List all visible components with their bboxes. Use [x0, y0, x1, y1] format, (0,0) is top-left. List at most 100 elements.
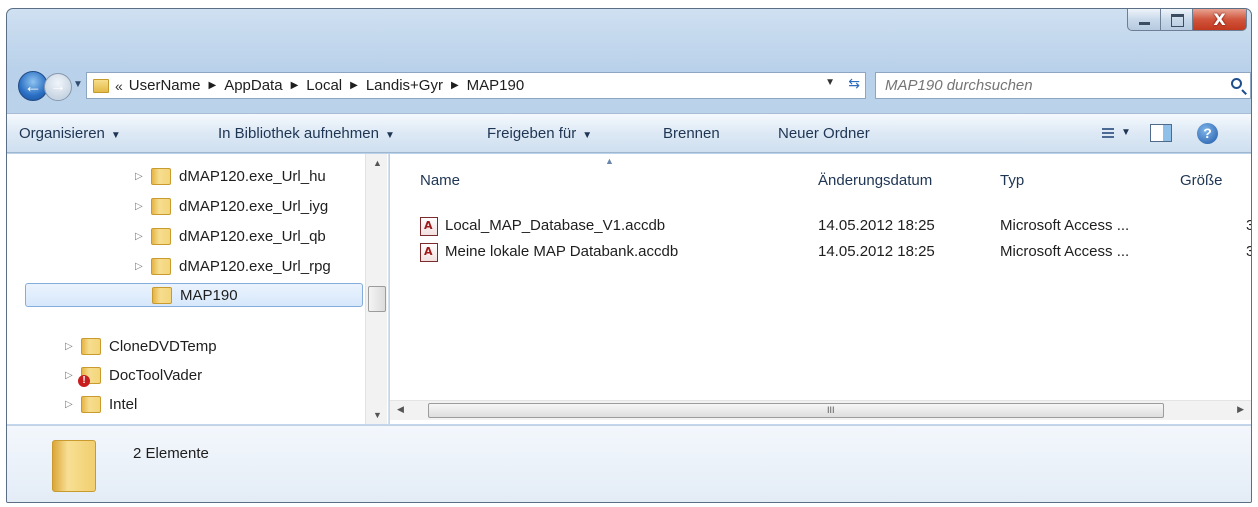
include-in-library-button[interactable]: In Bibliothek aufnehmen ▼: [218, 125, 395, 142]
burn-button[interactable]: Brennen: [663, 125, 720, 142]
item-count: 2 Elemente: [133, 445, 209, 462]
close-button[interactable]: X: [1193, 9, 1247, 31]
refresh-icon[interactable]: ⇆: [848, 75, 860, 92]
folder-icon: [81, 395, 101, 413]
caption-buttons: X: [1127, 9, 1247, 37]
organize-label: Organisieren: [19, 125, 105, 142]
tree-item-label: dMAP120.exe_Url_iyg: [179, 197, 329, 215]
tree-item-label: MAP190: [180, 286, 238, 304]
tree-item-label: DocToolVader: [109, 366, 203, 384]
column-name-label: Name: [420, 172, 461, 189]
file-list: Name ▲ Änderungsdatum Typ Größe Local_MA…: [390, 154, 1251, 424]
share-label: Freigeben für: [487, 125, 577, 142]
file-name: Local_MAP_Database_V1.accdb: [445, 217, 666, 234]
breadcrumb-landis-gyr[interactable]: Landis+Gyr: [366, 77, 443, 94]
scroll-left-icon[interactable]: ◀: [397, 404, 404, 415]
breadcrumb-separator-icon[interactable]: ▶: [451, 80, 459, 91]
address-overflow-chevron[interactable]: «: [115, 78, 123, 94]
breadcrumb-separator-icon[interactable]: ▶: [208, 80, 216, 91]
scroll-thumb[interactable]: [368, 286, 386, 312]
expand-arrow-icon[interactable]: ▷: [135, 171, 151, 182]
breadcrumb-separator-icon[interactable]: ▶: [350, 80, 358, 91]
search-box[interactable]: [875, 72, 1251, 99]
scroll-down-icon[interactable]: ▼: [373, 410, 382, 420]
tree-item[interactable]: ▷DocToolVader: [65, 363, 202, 387]
folder-icon: [52, 440, 96, 492]
breadcrumb-local[interactable]: Local: [306, 77, 342, 94]
breadcrumb-username[interactable]: UserName: [129, 77, 201, 94]
address-bar[interactable]: « UserName ▶ AppData ▶ Local ▶ Landis+Gy…: [86, 72, 866, 99]
tree-item[interactable]: ▷ Intel: [65, 392, 137, 416]
minimize-button[interactable]: [1127, 9, 1161, 31]
column-header-name[interactable]: Name: [420, 172, 460, 189]
help-icon[interactable]: ?: [1197, 123, 1218, 144]
tree-item-selected[interactable]: MAP190: [25, 283, 363, 307]
library-label: In Bibliothek aufnehmen: [218, 125, 379, 142]
chevron-down-icon: ▼: [384, 130, 395, 141]
share-with-button[interactable]: Freigeben für ▼: [487, 125, 592, 142]
explorer-window: X ← → ▼ « UserName ▶ AppData ▶ Local ▶ L…: [6, 8, 1252, 503]
file-name: Meine lokale MAP Databank.accdb: [445, 243, 679, 260]
breadcrumb-separator-icon[interactable]: ▶: [291, 80, 299, 91]
search-icon[interactable]: [1231, 78, 1242, 89]
chevron-down-icon: ▼: [582, 130, 593, 141]
expand-arrow-icon[interactable]: ▷: [135, 231, 151, 242]
file-date: 14.05.2012 18:25: [818, 217, 935, 234]
tree-item[interactable]: ▷ dMAP120.exe_Url_hu: [135, 164, 326, 188]
new-folder-button[interactable]: Neuer Ordner: [778, 125, 870, 142]
change-view-icon[interactable]: [1096, 126, 1114, 140]
search-input[interactable]: [885, 77, 1205, 94]
tree-item[interactable]: ▷ dMAP120.exe_Url_iyg: [135, 194, 328, 218]
tree-item-label: dMAP120.exe_Url_hu: [179, 167, 326, 185]
navigation-pane: ▷ dMAP120.exe_Url_hu ▷ dMAP120.exe_Url_iyg…: [7, 154, 389, 424]
tree-item[interactable]: ▷ CloneDVDTemp: [65, 334, 217, 358]
scroll-up-icon[interactable]: ▲: [373, 158, 382, 168]
file-type: Microsoft Access ...: [1000, 243, 1130, 260]
expand-arrow-icon[interactable]: ▷: [65, 399, 81, 410]
scroll-right-icon[interactable]: ▶: [1237, 404, 1244, 415]
access-file-icon: [420, 217, 438, 236]
column-header-type[interactable]: Typ: [1000, 172, 1024, 189]
breadcrumb-appdata[interactable]: AppData: [224, 77, 282, 94]
sort-ascending-icon: ▲: [605, 156, 614, 166]
folder-warning-icon: [78, 366, 101, 387]
scroll-grip: III: [827, 405, 835, 415]
column-header-date[interactable]: Änderungsdatum: [818, 172, 932, 189]
maximize-button[interactable]: [1161, 9, 1193, 31]
folder-icon: [151, 167, 171, 185]
file-row[interactable]: Local_MAP_Database_V1.accdb 14.05.2012 1…: [420, 214, 1251, 238]
forward-button[interactable]: →: [44, 73, 72, 101]
tree-item-label: Intel: [109, 395, 138, 413]
tree-item-label: dMAP120.exe_Url_rpg: [179, 257, 331, 275]
column-header-size[interactable]: Größe: [1180, 172, 1223, 189]
expand-arrow-icon[interactable]: ▷: [135, 201, 151, 212]
organize-button[interactable]: Organisieren ▼: [19, 125, 121, 142]
expand-arrow-icon[interactable]: ▷: [135, 261, 151, 272]
folder-icon: [151, 197, 171, 215]
access-file-icon: [420, 243, 438, 262]
close-icon: X: [1213, 10, 1226, 29]
folder-icon: [151, 257, 171, 275]
tree-item[interactable]: ▷ dMAP120.exe_Url_rpg: [135, 254, 331, 278]
chevron-down-icon[interactable]: ▼: [1121, 127, 1131, 138]
scroll-thumb[interactable]: III: [428, 403, 1164, 418]
file-size: 3: [1246, 217, 1251, 234]
address-dropdown-icon[interactable]: ▼: [825, 77, 835, 88]
back-arrow-icon: ←: [24, 76, 42, 96]
preview-pane-icon[interactable]: [1150, 124, 1172, 142]
file-date: 14.05.2012 18:25: [818, 243, 935, 260]
folder-icon: [152, 286, 172, 304]
tree-item-label: CloneDVDTemp: [109, 337, 217, 355]
breadcrumb-map190[interactable]: MAP190: [467, 77, 525, 94]
history-dropdown-icon[interactable]: ▼: [73, 79, 83, 90]
tree-item[interactable]: ▷ dMAP120.exe_Url_qb: [135, 224, 326, 248]
nav-vertical-scrollbar[interactable]: ▲ ▼: [365, 154, 387, 424]
command-bar: Organisieren ▼ In Bibliothek aufnehmen ▼ F…: [7, 113, 1251, 153]
chevron-down-icon: ▼: [110, 130, 121, 141]
folder-icon: [81, 337, 101, 355]
horizontal-scrollbar[interactable]: ◀ III ▶: [390, 400, 1251, 420]
forward-arrow-icon: →: [50, 78, 66, 95]
file-size: 3: [1246, 243, 1251, 260]
file-row[interactable]: Meine lokale MAP Databank.accdb 14.05.20…: [420, 240, 1251, 264]
expand-arrow-icon[interactable]: ▷: [65, 341, 81, 352]
